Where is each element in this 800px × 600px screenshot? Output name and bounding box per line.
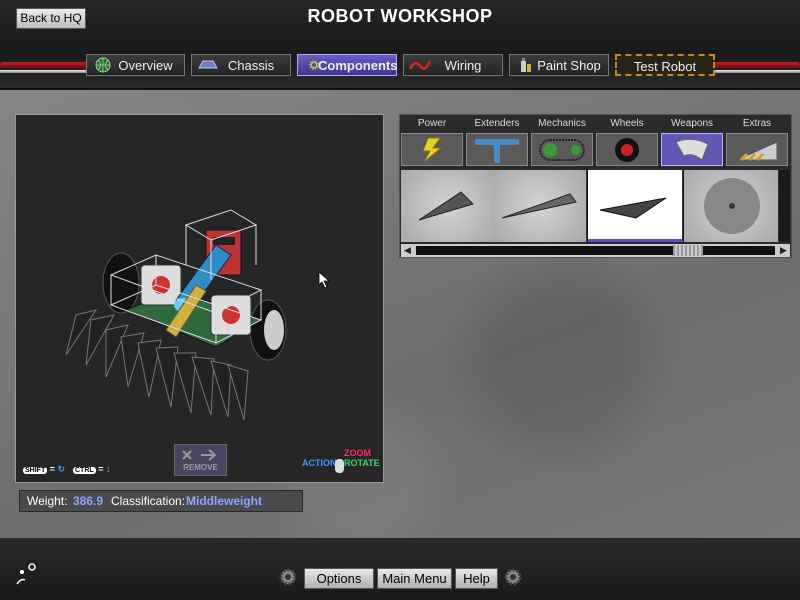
classification-value: Middleweight <box>186 494 262 508</box>
category-extenders-label: Extenders <box>474 118 520 129</box>
tab-overview-label: Overview <box>118 58 173 73</box>
robot-stats-bar: Weight: 386.9 Classification: Middleweig… <box>19 490 303 512</box>
ctrl-equals: = <box>98 464 104 474</box>
spike-cone-icon <box>418 191 474 221</box>
main-menu-button[interactable]: Main Menu <box>377 568 452 589</box>
cable-decoration-left <box>0 62 90 68</box>
category-power[interactable]: Power <box>400 118 464 166</box>
category-wheels-label: Wheels <box>610 118 644 129</box>
component-thumb-spike-cone[interactable] <box>401 170 496 242</box>
mouse-icon <box>335 459 344 473</box>
blade-icon <box>675 138 709 161</box>
extender-icon <box>475 139 519 163</box>
component-thumb-long-spike[interactable] <box>492 170 587 242</box>
scroll-thumb[interactable] <box>673 245 703 256</box>
mouse-cursor-icon <box>318 271 331 289</box>
tab-paint-shop-label: Paint Shop <box>537 58 601 73</box>
tab-paint-shop[interactable]: Paint Shop <box>509 54 609 76</box>
wheel-icon <box>615 138 639 162</box>
tab-components[interactable]: Components <box>297 54 397 76</box>
tab-wiring-label: Wiring <box>444 58 482 73</box>
scroll-right-arrow-icon[interactable]: ▶ <box>777 244 790 257</box>
cable-decoration-right <box>712 62 800 68</box>
gear-icon <box>504 568 522 586</box>
rotate-arrow-icon: ↻ <box>57 464 66 474</box>
category-weapons[interactable]: Weapons <box>660 118 724 166</box>
category-wheels[interactable]: Wheels <box>595 118 659 166</box>
ctrl-key: CTRL <box>73 467 96 474</box>
remove-label: REMOVE <box>183 463 218 472</box>
shift-rotate-hint: SHIFT = ↻ <box>23 464 65 475</box>
chain-belt-icon <box>539 139 585 161</box>
category-mechanics[interactable]: Mechanics <box>530 118 594 166</box>
top-bar: Back to HQ ROBOT WORKSHOP Overview Chass… <box>0 0 800 90</box>
help-button[interactable]: Help <box>455 568 498 589</box>
disc-icon <box>704 178 760 234</box>
page-title: ROBOT WORKSHOP <box>307 6 493 26</box>
category-weapons-label: Weapons <box>670 118 714 129</box>
ctrl-move-hint: CTRL = ↕ <box>73 464 110 474</box>
category-extras-label: Extras <box>742 118 772 129</box>
robot-model <box>65 209 287 421</box>
options-button[interactable]: Options <box>304 568 374 589</box>
category-extenders[interactable]: Extenders <box>465 118 529 166</box>
lightning-icon <box>422 137 443 163</box>
tab-components-label: Components <box>318 58 398 73</box>
rotate-label: ROTATE <box>344 458 380 468</box>
blade-icon <box>599 197 667 219</box>
robot-3d-viewport[interactable]: REMOVE SHIFT = ↻ CTRL = ↕ ACTION- ZOOM R… <box>15 114 384 483</box>
component-panel: Power Extenders Mechanics Wheels Weapons… <box>399 114 792 258</box>
classification-label: Classification: <box>111 494 186 508</box>
cable-decoration-right-silver <box>712 70 800 73</box>
action-label: ACTION- <box>302 458 340 468</box>
weight-label: Weight: <box>27 494 68 508</box>
scroll-track <box>416 246 775 255</box>
shift-equals: = <box>49 464 56 474</box>
remove-button[interactable]: REMOVE <box>174 444 227 476</box>
component-thumb-disc[interactable] <box>684 170 779 242</box>
logo-icon <box>16 563 36 585</box>
vertical-arrow-icon: ↕ <box>105 464 111 474</box>
tab-test-robot[interactable]: Test Robot <box>615 54 715 76</box>
component-thumb-blade[interactable] <box>588 170 683 242</box>
scroll-left-arrow-icon[interactable]: ◀ <box>401 244 414 257</box>
cable-decoration-left-silver <box>0 70 90 73</box>
gear-icon <box>279 568 297 586</box>
category-power-label: Power <box>417 118 447 129</box>
component-scrollbar[interactable]: ◀ ▶ <box>401 244 790 257</box>
tab-chassis[interactable]: Chassis <box>191 54 291 76</box>
category-extras[interactable]: Extras <box>725 118 789 166</box>
component-thumbnail-strip <box>401 170 790 242</box>
wedge-icon <box>736 141 778 162</box>
tab-chassis-label: Chassis <box>227 58 275 73</box>
tab-wiring[interactable]: Wiring <box>403 54 503 76</box>
remove-arrow-icon <box>182 449 217 461</box>
weight-value: 386.9 <box>73 494 104 508</box>
tab-overview[interactable]: Overview <box>86 54 185 76</box>
category-mechanics-label: Mechanics <box>538 118 586 129</box>
tab-test-robot-label: Test Robot <box>633 59 697 74</box>
shift-key: SHIFT <box>23 467 48 474</box>
zoom-label: ZOOM <box>344 448 371 458</box>
long-spike-icon <box>501 193 577 219</box>
